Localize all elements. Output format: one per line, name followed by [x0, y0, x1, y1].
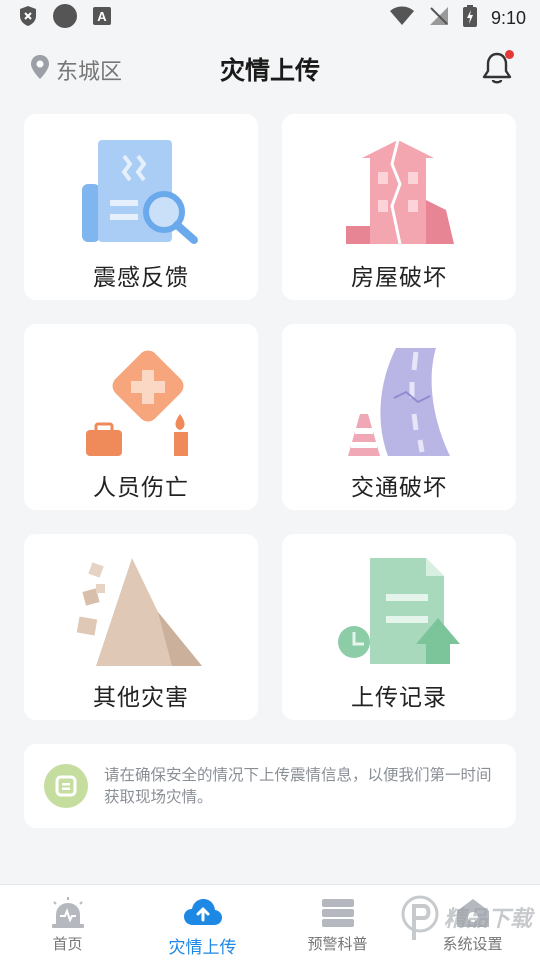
- circle-icon: [52, 3, 78, 33]
- card-traffic-damage[interactable]: 交通破坏: [282, 324, 516, 510]
- card-quake-feedback[interactable]: 震感反馈: [24, 114, 258, 300]
- app-header: 东城区 灾情上传: [0, 36, 540, 102]
- status-time: 9:10: [490, 7, 526, 28]
- watermark-text: 精品下载: [443, 907, 532, 932]
- notice-icon: [44, 764, 88, 808]
- house-damage-illustration: [346, 139, 454, 245]
- function-grid: 震感反馈 房屋破坏 人员伤亡 交通破坏 其他灾害 上传记录: [24, 114, 516, 720]
- no-signal-icon: [429, 6, 449, 30]
- card-label: 其他灾害: [93, 685, 189, 711]
- card-label: 震感反馈: [93, 265, 189, 291]
- location-pin-icon: [30, 54, 50, 86]
- notification-badge: [505, 50, 514, 59]
- alarm-icon: [51, 897, 84, 928]
- card-house-damage[interactable]: 房屋破坏: [282, 114, 516, 300]
- watermark-logo-icon: [401, 895, 439, 940]
- card-label: 房屋破坏: [351, 265, 447, 291]
- location-selector[interactable]: 东城区: [30, 54, 122, 86]
- other-disasters-illustration: [76, 558, 202, 666]
- battery-icon: [462, 5, 477, 31]
- safety-notice: 请在确保安全的情况下上传震情信息，以便我们第一时间获取现场灾情。: [24, 744, 516, 828]
- card-label: 交通破坏: [351, 475, 447, 501]
- bell-icon: [480, 52, 514, 90]
- notice-text: 请在确保安全的情况下上传震情信息，以便我们第一时间获取现场灾情。: [104, 766, 492, 806]
- location-label: 东城区: [56, 60, 123, 85]
- card-label: 人员伤亡: [93, 475, 189, 501]
- shield-icon: [18, 5, 38, 31]
- quake-feedback-illustration: [82, 140, 198, 244]
- nav-label: 预警科普: [307, 935, 368, 953]
- card-other-disasters[interactable]: 其他灾害: [24, 534, 258, 720]
- nav-label: 灾情上传: [168, 938, 237, 958]
- status-bar: A 9:10: [0, 0, 540, 36]
- nav-upload[interactable]: 灾情上传: [135, 885, 270, 958]
- notification-button[interactable]: [480, 50, 514, 86]
- page-title: 灾情上传: [219, 56, 320, 85]
- wifi-icon: [389, 6, 415, 30]
- nav-science[interactable]: 预警科普: [270, 885, 405, 954]
- upload-records-illustration: [338, 558, 460, 664]
- card-casualties[interactable]: 人员伤亡: [24, 324, 258, 510]
- svg-text:A: A: [97, 9, 107, 24]
- nav-home[interactable]: 首页: [0, 885, 135, 954]
- cloud-upload-icon: [183, 899, 222, 925]
- book-icon: [321, 899, 354, 927]
- nav-label: 首页: [52, 935, 83, 953]
- card-label: 上传记录: [351, 685, 447, 711]
- watermark: 精品下载: [400, 892, 532, 942]
- casualties-illustration: [86, 350, 188, 456]
- font-icon: A: [92, 6, 112, 30]
- traffic-damage-illustration: [348, 348, 450, 456]
- card-upload-records[interactable]: 上传记录: [282, 534, 516, 720]
